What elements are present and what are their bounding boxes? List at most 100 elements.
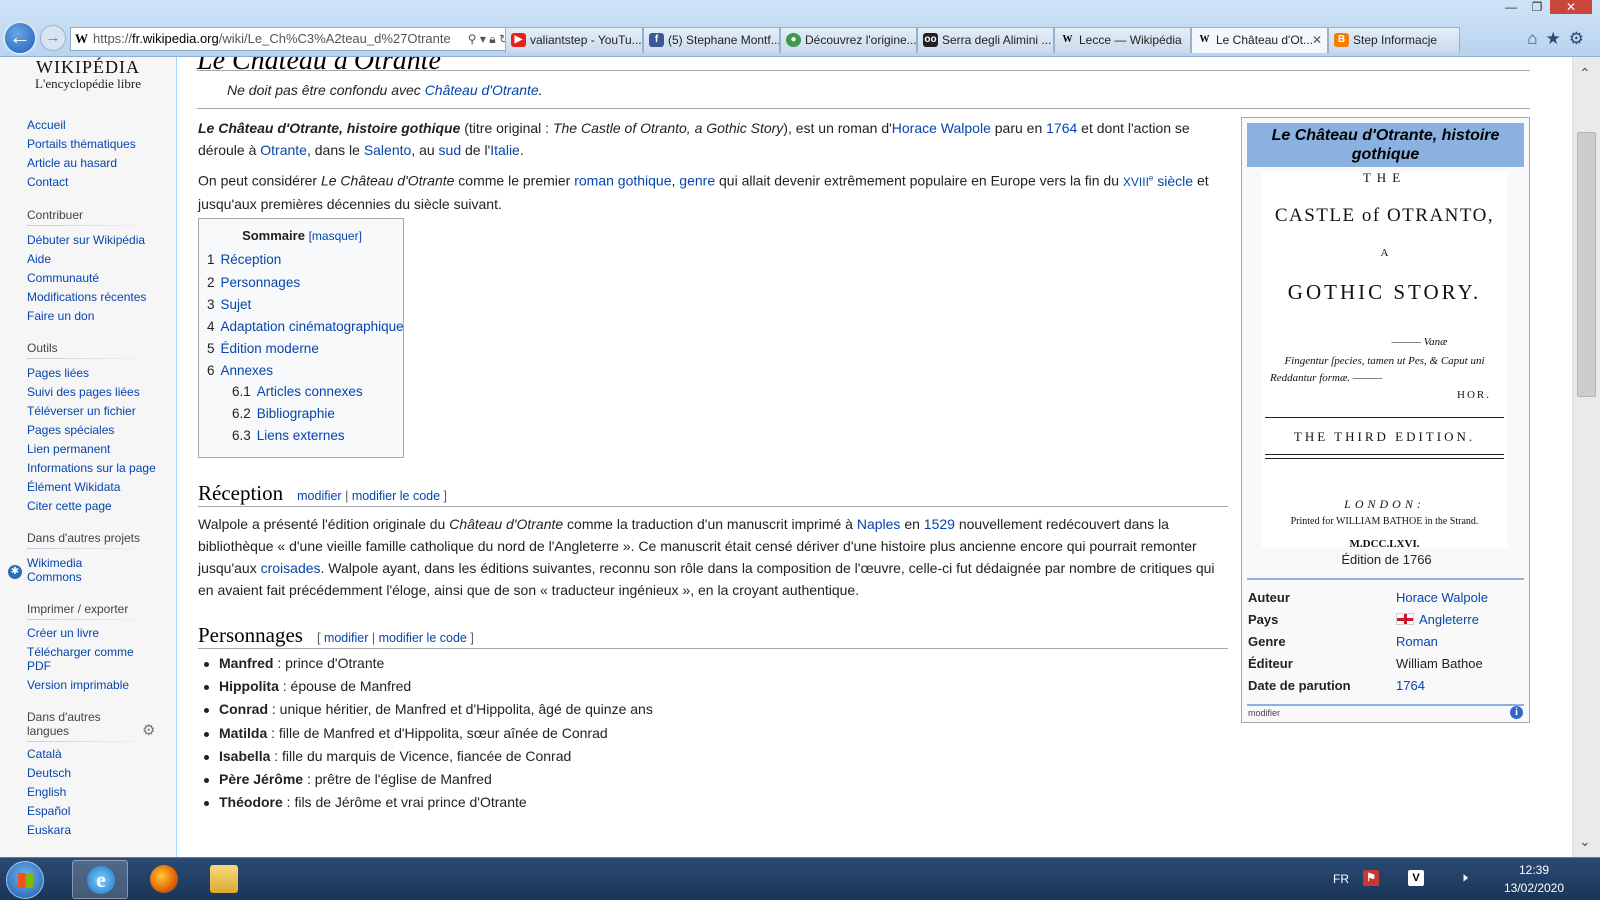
minimize-icon[interactable]: — xyxy=(1498,0,1524,14)
toc-item[interactable]: 4 Adaptation cinématographique xyxy=(207,319,404,334)
scroll-thumb[interactable] xyxy=(1577,132,1596,397)
toc-toggle-link[interactable]: [masquer] xyxy=(309,229,362,243)
tab-decouvrez[interactable]: ● Découvrez l'origine... xyxy=(780,27,917,53)
link-naples[interactable]: Naples xyxy=(857,516,901,532)
tab-tripadvisor[interactable]: oo Serra degli Alimini ... xyxy=(917,27,1054,53)
edit-link[interactable]: modifier xyxy=(324,631,368,645)
link-horace-walpole[interactable]: Horace Walpole xyxy=(892,120,991,136)
link-angleterre[interactable]: Angleterre xyxy=(1419,612,1479,627)
book-title-page-image[interactable]: THE CASTLE of OTRANTO, A GOTHIC STORY. —… xyxy=(1262,170,1507,550)
tray-flag-icon[interactable]: ⚑ xyxy=(1363,870,1379,886)
toc-item[interactable]: 6.3 Liens externes xyxy=(232,428,345,443)
link-1764[interactable]: 1764 xyxy=(1046,120,1077,136)
lock-icon[interactable]: 🔒︎ xyxy=(489,32,495,46)
edit-source-link[interactable]: modifier le code xyxy=(379,631,467,645)
language-indicator[interactable]: FR xyxy=(1333,872,1349,886)
sidebar-item-accueil[interactable]: Accueil xyxy=(27,118,157,132)
forward-button[interactable]: → xyxy=(40,25,66,51)
edit-source-link[interactable]: modifier le code xyxy=(352,489,440,503)
sidebar-item-communaute[interactable]: Communauté xyxy=(27,271,157,285)
link-italie[interactable]: Italie xyxy=(490,142,520,158)
back-button[interactable]: ← xyxy=(3,21,37,55)
scroll-down-icon[interactable]: ⌄ xyxy=(1579,833,1591,850)
toc-label[interactable]: Annexes xyxy=(221,363,274,378)
home-icon[interactable]: ⌂ xyxy=(1527,29,1545,48)
sidebar-item-contact[interactable]: Contact xyxy=(27,175,157,189)
address-bar[interactable]: W https://fr.wikipedia.org/wiki/Le_Ch%C3… xyxy=(70,27,513,51)
sidebar-item-lang-english[interactable]: English xyxy=(27,785,157,799)
tab-lecce[interactable]: W Lecce — Wikipédia xyxy=(1054,27,1191,53)
info-icon[interactable]: i xyxy=(1510,706,1523,719)
toc-label[interactable]: Réception xyxy=(221,252,282,267)
tray-vlc-icon[interactable]: V xyxy=(1408,870,1424,886)
edit-link[interactable]: modifier xyxy=(297,489,341,503)
infobox-value-genre[interactable]: Roman xyxy=(1396,634,1438,649)
tab-youtube[interactable]: ▶ valiantstep - YouTu... xyxy=(505,27,643,53)
sidebar-item-citer[interactable]: Citer cette page xyxy=(27,499,157,513)
toc-item[interactable]: 2 Personnages xyxy=(207,275,300,290)
toc-item[interactable]: 6.1 Articles connexes xyxy=(232,384,363,399)
link-otrante[interactable]: Otrante xyxy=(260,142,307,158)
sidebar-item-wikidata[interactable]: Élément Wikidata xyxy=(27,480,157,494)
infobox-value-date[interactable]: 1764 xyxy=(1396,678,1425,693)
sidebar-item-article-hasard[interactable]: Article au hasard xyxy=(27,156,157,170)
sidebar-item-debuter[interactable]: Débuter sur Wikipédia xyxy=(27,233,157,247)
sidebar-item-don[interactable]: Faire un don xyxy=(27,309,157,323)
sidebar-item-aide[interactable]: Aide xyxy=(27,252,157,266)
sidebar-item-imprimable[interactable]: Version imprimable xyxy=(27,678,157,692)
sidebar-item-lang-deutsch[interactable]: Deutsch xyxy=(27,766,157,780)
settings-gear-icon[interactable]: ⚙ xyxy=(1569,29,1592,48)
vertical-scrollbar[interactable]: ⌃ ⌄ xyxy=(1572,57,1600,857)
toc-label[interactable]: Articles connexes xyxy=(257,384,363,399)
link-salento[interactable]: Salento xyxy=(364,142,411,158)
sidebar-item-lien-permanent[interactable]: Lien permanent xyxy=(27,442,157,456)
link-croisades[interactable]: croisades xyxy=(261,560,321,576)
toc-label[interactable]: Personnages xyxy=(221,275,301,290)
start-button[interactable] xyxy=(6,861,44,899)
link-sud[interactable]: sud xyxy=(439,142,462,158)
toc-item[interactable]: 3 Sujet xyxy=(207,297,251,312)
close-window-icon[interactable]: ✕ xyxy=(1550,0,1592,14)
toc-item[interactable]: 6 Annexes xyxy=(207,363,273,378)
sidebar-item-portails[interactable]: Portails thématiques xyxy=(27,137,157,151)
wikipedia-logo[interactable]: WIKIPÉDIA L'encyclopédie libre xyxy=(28,57,148,92)
tab-facebook[interactable]: f (5) Stephane Montf... xyxy=(643,27,780,53)
favorites-star-icon[interactable]: ★ xyxy=(1546,29,1569,48)
sidebar-item-creer-livre[interactable]: Créer un livre xyxy=(27,626,157,640)
toc-item[interactable]: 6.2 Bibliographie xyxy=(232,406,335,421)
link-roman-gothique[interactable]: roman gothique xyxy=(574,173,671,189)
toc-label[interactable]: Édition moderne xyxy=(221,341,319,356)
sidebar-item-televerser[interactable]: Téléverser un fichier xyxy=(27,404,157,418)
sidebar-item-lang-espanol[interactable]: Español xyxy=(27,804,157,818)
toc-label[interactable]: Liens externes xyxy=(257,428,345,443)
infobox-modifier-link[interactable]: modifier xyxy=(1248,708,1280,718)
taskbar-internet-explorer[interactable]: e xyxy=(72,860,128,899)
sidebar-item-suivi[interactable]: Suivi des pages liées xyxy=(27,385,157,399)
tab-chateau-otrante[interactable]: W Le Château d'Ot... ✕ xyxy=(1191,27,1328,53)
link-genre[interactable]: genre xyxy=(679,173,715,189)
system-clock[interactable]: 12:39 13/02/2020 xyxy=(1500,861,1568,897)
taskbar-firefox[interactable] xyxy=(136,860,192,899)
hatnote-link[interactable]: Château d'Otrante xyxy=(425,82,539,98)
toc-item[interactable]: 5 Édition moderne xyxy=(207,341,319,356)
scroll-up-icon[interactable]: ⌃ xyxy=(1579,65,1591,82)
taskbar-file-explorer[interactable] xyxy=(196,860,252,899)
tab-step-informacje[interactable]: B Step Informacje xyxy=(1328,27,1460,53)
link-1529[interactable]: 1529 xyxy=(924,516,955,532)
toc-item[interactable]: 1 Réception xyxy=(207,252,281,267)
sidebar-item-lang-catala[interactable]: Català xyxy=(27,747,157,761)
sidebar-item-commons[interactable]: Wikimedia Commons xyxy=(27,556,107,584)
toc-label[interactable]: Adaptation cinématographique xyxy=(221,319,404,334)
link-xviiie-siecle[interactable]: XVIIIe siècle xyxy=(1123,173,1193,189)
search-icon[interactable]: ⚲ xyxy=(468,32,477,46)
speaker-muted-icon[interactable]: 🕨︎ xyxy=(1456,870,1472,886)
infobox-value-auteur[interactable]: Horace Walpole xyxy=(1396,590,1488,605)
sidebar-item-lang-euskara[interactable]: Euskara xyxy=(27,823,157,837)
close-tab-icon[interactable]: ✕ xyxy=(1312,28,1322,52)
toc-label[interactable]: Bibliographie xyxy=(257,406,335,421)
toc-label[interactable]: Sujet xyxy=(221,297,252,312)
sidebar-item-modifications[interactable]: Modifications récentes xyxy=(27,290,157,304)
sidebar-item-pages-speciales[interactable]: Pages spéciales xyxy=(27,423,157,437)
sidebar-item-pdf[interactable]: Télécharger comme PDF xyxy=(27,645,142,673)
restore-icon[interactable]: ❐ xyxy=(1524,0,1550,14)
